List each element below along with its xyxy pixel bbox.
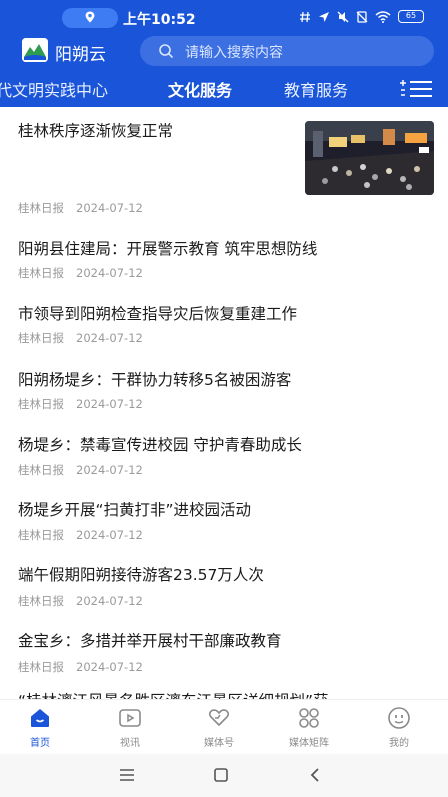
news-source: 桂林日报: [18, 397, 64, 411]
bottom-tab-label: 视讯: [120, 738, 140, 749]
news-meta: 桂林日报 2024-07-12: [18, 265, 143, 281]
news-item[interactable]: 金宝乡：多措并举开展村干部廉政教育 桂林日报 2024-07-12: [0, 617, 448, 683]
search-box[interactable]: 请输入搜索内容: [140, 36, 434, 66]
system-navigation-bar: [0, 754, 448, 797]
tab-education-services[interactable]: 教育服务: [284, 77, 348, 101]
bottom-tab-media-matrix[interactable]: 媒体矩阵: [269, 706, 349, 749]
tabs-menu-icon[interactable]: [400, 80, 432, 98]
news-title: 市领导到阳朔检查指导灾后恢复重建工作: [18, 305, 298, 323]
news-title: 金宝乡：多措并举开展村干部廉政教育: [18, 632, 282, 650]
news-item[interactable]: “桂林漓江风景名胜区漓东江景区详细规划”获: [0, 683, 448, 699]
hashtag-icon: [300, 11, 310, 22]
news-title: 杨堤乡开展“扫黄打非”进校园活动: [18, 501, 252, 519]
news-source: 桂林日报: [18, 594, 64, 608]
bottom-tab-home[interactable]: 首页: [0, 706, 80, 749]
video-icon: [119, 709, 141, 727]
news-title: “桂林漓江风景名胜区漓东江景区详细规划”获: [18, 689, 329, 699]
wifi-icon: [375, 10, 391, 23]
news-source: 桂林日报: [18, 463, 64, 477]
news-item[interactable]: 阳朔杨堤乡：干群协力转移5名被困游客 桂林日报 2024-07-12: [0, 353, 448, 419]
news-item[interactable]: 端午假期阳朔接待游客23.57万人次 桂林日报 2024-07-12: [0, 551, 448, 617]
mute-icon: [337, 11, 349, 22]
search-placeholder: 请输入搜索内容: [185, 45, 283, 61]
news-meta: 桂林日报 2024-07-12: [18, 462, 143, 478]
news-meta: 桂林日报 2024-07-12: [18, 527, 143, 543]
heart-hand-icon: [208, 709, 230, 727]
bottom-tab-label: 我的: [389, 738, 409, 749]
news-meta: 桂林日报 2024-07-12: [18, 396, 143, 412]
news-item[interactable]: 市领导到阳朔检查指导灾后恢复重建工作 桂林日报 2024-07-12: [0, 287, 448, 353]
search-icon: [159, 44, 174, 59]
news-date: 2024-07-12: [76, 463, 143, 477]
app-logo: [22, 38, 48, 62]
news-date: 2024-07-12: [76, 594, 143, 608]
status-time: 上午10:52: [123, 12, 196, 28]
status-icons: 65: [299, 10, 424, 23]
news-date: 2024-07-12: [76, 266, 143, 280]
news-meta: 桂林日报 2024-07-12: [18, 593, 143, 609]
news-source: 桂林日报: [18, 331, 64, 345]
menu-icon[interactable]: [118, 766, 136, 784]
news-title: 阳朔县住建局：开展警示教育 筑牢思想防线: [18, 240, 318, 258]
news-title: 阳朔杨堤乡：干群协力转移5名被困游客: [18, 371, 292, 389]
battery-indicator: 65: [398, 10, 424, 23]
navigation-arrow-icon: [319, 11, 329, 22]
top-bar: 阳朔云 请输入搜索内容: [0, 36, 448, 66]
category-tabs: 代文明实践中心 文化服务 教育服务: [0, 72, 448, 104]
bottom-tab-label: 媒体号: [204, 738, 234, 749]
location-pin-icon: [85, 11, 95, 23]
news-meta: 桂林日报 2024-07-12: [18, 330, 143, 346]
sim-icon: [356, 10, 368, 23]
grid-icon: [299, 708, 319, 728]
bottom-tab-label: 媒体矩阵: [289, 738, 329, 749]
location-pill[interactable]: [62, 8, 118, 28]
news-source: 桂林日报: [18, 660, 64, 674]
tab-cultural-services[interactable]: 文化服务: [168, 77, 232, 101]
news-title: 杨堤乡：禁毒宣传进校园 守护青春助成长: [18, 436, 302, 454]
news-thumbnail: [305, 121, 434, 195]
news-meta: 桂林日报 2024-07-12: [18, 659, 143, 675]
app-header: 上午10:52 65 阳朔云 请输入搜索内容 代文明实践中心 文化服务 教育服务: [0, 0, 448, 107]
mountain-logo-icon: [22, 38, 48, 62]
news-source: 桂林日报: [18, 266, 64, 280]
tab-civilization-practice[interactable]: 代文明实践中心: [0, 77, 108, 101]
bottom-tab-media-account[interactable]: 媒体号: [179, 706, 259, 749]
news-item[interactable]: 桂林秩序逐渐恢复正常 桂林日报 2024-07-12: [0, 107, 448, 221]
news-date: 2024-07-12: [76, 397, 143, 411]
news-date: 2024-07-12: [76, 528, 143, 542]
home-square-icon[interactable]: [212, 766, 230, 784]
news-title: 端午假期阳朔接待游客23.57万人次: [18, 566, 264, 584]
night-street-photo: [305, 121, 434, 195]
news-date: 2024-07-12: [76, 660, 143, 674]
app-name: 阳朔云: [55, 45, 106, 65]
news-item[interactable]: 阳朔县住建局：开展警示教育 筑牢思想防线 桂林日报 2024-07-12: [0, 221, 448, 287]
news-source: 桂林日报: [18, 201, 64, 215]
status-bar: 上午10:52 65: [0, 0, 448, 36]
back-icon[interactable]: [306, 766, 324, 784]
news-title: 桂林秩序逐渐恢复正常: [18, 122, 174, 140]
news-list: 桂林秩序逐渐恢复正常 桂林日报 2024-07-12 阳朔县住建局：开展警示教育…: [0, 107, 448, 699]
profile-icon: [388, 707, 410, 729]
news-item[interactable]: 杨堤乡开展“扫黄打非”进校园活动 桂林日报 2024-07-12: [0, 485, 448, 551]
bottom-tab-label: 首页: [30, 738, 50, 749]
bottom-tab-profile[interactable]: 我的: [359, 706, 439, 749]
news-meta: 桂林日报 2024-07-12: [18, 200, 143, 216]
news-item[interactable]: 杨堤乡：禁毒宣传进校园 守护青春助成长 桂林日报 2024-07-12: [0, 419, 448, 485]
bottom-tab-bar: 首页 视讯 媒体号 媒体矩阵 我的: [0, 699, 448, 754]
news-date: 2024-07-12: [76, 331, 143, 345]
news-source: 桂林日报: [18, 528, 64, 542]
news-date: 2024-07-12: [76, 201, 143, 215]
home-icon: [31, 709, 49, 727]
bottom-tab-video[interactable]: 视讯: [90, 706, 170, 749]
